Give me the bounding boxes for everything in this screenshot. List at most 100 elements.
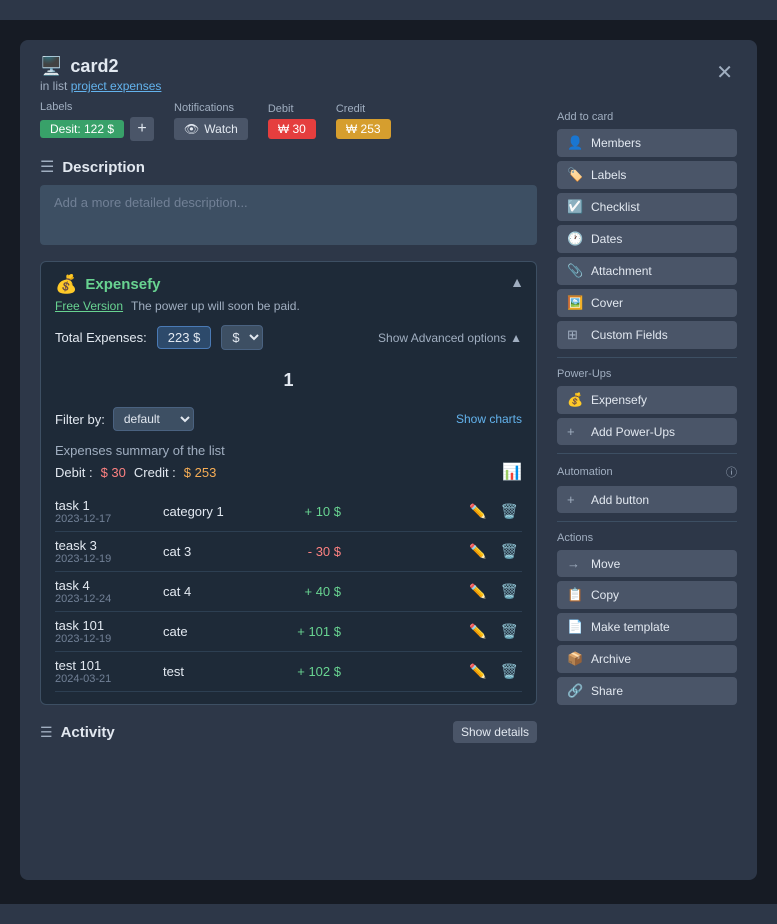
show-advanced-icon: ▲ <box>510 331 522 345</box>
expense-task-1: task 1 2023-12-17 <box>55 498 155 525</box>
edit-expense-3-button[interactable]: ✏️ <box>465 581 490 602</box>
credit-value: ₩ 253 <box>336 119 391 139</box>
custom-fields-icon: ⊞ <box>567 327 583 343</box>
description-title: Description <box>62 159 145 176</box>
currency-select[interactable]: $ € £ <box>221 325 263 350</box>
collapse-button[interactable]: ▲ <box>510 274 524 290</box>
dates-button[interactable]: 🕐 Dates <box>557 225 737 253</box>
description-header: ☰ Description <box>40 157 537 177</box>
edit-expense-2-button[interactable]: ✏️ <box>465 541 490 562</box>
close-button[interactable]: ✕ <box>712 56 737 89</box>
sidebar: Add to card 👤 Members 🏷️ Labels ☑️ Check… <box>557 101 737 860</box>
expense-row: task 4 2023-12-24 cat 4 + 40 $ ✏️ 🗑️ <box>55 572 522 612</box>
watch-label: Watch <box>204 122 238 136</box>
total-expenses-row: Total Expenses: 223 $ $ € £ Show Advance… <box>55 325 522 350</box>
show-charts-button[interactable]: Show charts <box>456 412 522 426</box>
checklist-icon: ☑️ <box>567 199 583 215</box>
modal-header: 🖥️ card2 in list project expenses ✕ <box>20 40 757 101</box>
activity-title: Activity <box>61 724 115 741</box>
edit-expense-5-button[interactable]: ✏️ <box>465 661 490 682</box>
expensefy-header: 💰 Expensefy <box>55 274 522 295</box>
expensefy-icon: 💰 <box>55 274 77 295</box>
export-button[interactable]: 📊 <box>502 462 522 482</box>
delete-expense-4-button[interactable]: 🗑️ <box>497 621 522 642</box>
expense-row: task 101 2023-12-19 cate + 101 $ ✏️ 🗑️ <box>55 612 522 652</box>
attachment-button[interactable]: 📎 Attachment <box>557 257 737 285</box>
show-advanced-label: Show Advanced options <box>378 331 506 345</box>
add-label-button[interactable]: + <box>130 117 154 141</box>
expenses-summary-values: Debit : $ 30 Credit : $ 253 📊 <box>55 462 522 482</box>
checklist-label: Checklist <box>591 200 640 214</box>
edit-expense-1-button[interactable]: ✏️ <box>465 501 490 522</box>
delete-icon: 🗑️ <box>501 663 518 679</box>
credit-section: Credit ₩ 253 <box>336 103 391 139</box>
add-power-ups-label: Add Power-Ups <box>591 425 675 439</box>
description-icon: ☰ <box>40 157 54 177</box>
modal-body: Labels Desit: 122 $ + Notifications 👁 Wa… <box>20 101 757 880</box>
expensefy-sidebar-button[interactable]: 💰 Expensefy <box>557 386 737 414</box>
add-power-ups-button[interactable]: + Add Power-Ups <box>557 418 737 445</box>
share-label: Share <box>591 684 623 698</box>
expense-category-1: category 1 <box>163 504 253 519</box>
delete-expense-2-button[interactable]: 🗑️ <box>497 541 522 562</box>
delete-expense-1-button[interactable]: 🗑️ <box>497 501 522 522</box>
edit-expense-4-button[interactable]: ✏️ <box>465 621 490 642</box>
expense-actions-1: ✏️ 🗑️ <box>465 501 522 522</box>
add-button-label: Add button <box>591 493 649 507</box>
expense-amount-1: + 10 $ <box>261 504 341 519</box>
expense-category-3: cat 4 <box>163 584 253 599</box>
edit-icon: ✏️ <box>469 663 486 679</box>
members-button[interactable]: 👤 Members <box>557 129 737 157</box>
expense-amount-5: + 102 $ <box>261 664 341 679</box>
label-badge[interactable]: Desit: 122 $ <box>40 120 124 138</box>
divider-3 <box>557 521 737 522</box>
free-version-link[interactable]: Free Version <box>55 299 123 313</box>
watch-button[interactable]: 👁 Watch <box>174 118 248 140</box>
labels-button[interactable]: 🏷️ Labels <box>557 161 737 189</box>
activity-icon: ☰ <box>40 724 53 741</box>
show-details-button[interactable]: Show details <box>453 721 537 743</box>
expenses-summary-title: Expenses summary of the list <box>55 443 522 458</box>
delete-expense-5-button[interactable]: 🗑️ <box>497 661 522 682</box>
copy-button[interactable]: 📋 Copy <box>557 581 737 609</box>
expense-amount-4: + 101 $ <box>261 624 341 639</box>
move-label: Move <box>591 557 620 571</box>
version-note: The power up will soon be paid. <box>131 299 300 313</box>
divider-1 <box>557 357 737 358</box>
move-button[interactable]: → Move <box>557 550 737 577</box>
notifications-section: Notifications 👁 Watch <box>174 102 248 140</box>
members-label: Members <box>591 136 641 150</box>
delete-expense-3-button[interactable]: 🗑️ <box>497 581 522 602</box>
expense-task-5: test 101 2024-03-21 <box>55 658 155 685</box>
filter-by-label: Filter by: <box>55 412 105 427</box>
notifications-value: 👁 Watch <box>174 118 248 140</box>
edit-icon: ✏️ <box>469 583 486 599</box>
share-button[interactable]: 🔗 Share <box>557 677 737 705</box>
debit-badge: ₩ 30 <box>268 119 316 139</box>
add-button-button[interactable]: + Add button <box>557 486 737 513</box>
dates-icon: 🕐 <box>567 231 583 247</box>
delete-icon: 🗑️ <box>501 543 518 559</box>
automation-info-icon[interactable]: ⓘ <box>726 464 737 480</box>
add-button-icon: + <box>567 492 583 507</box>
labels-icon: 🏷️ <box>567 167 583 183</box>
edit-icon: ✏️ <box>469 623 486 639</box>
description-box[interactable]: Add a more detailed description... <box>40 185 537 245</box>
checklist-button[interactable]: ☑️ Checklist <box>557 193 737 221</box>
cover-button[interactable]: 🖼️ Cover <box>557 289 737 317</box>
notifications-label: Notifications <box>174 102 248 114</box>
expensefy-sidebar-label: Expensefy <box>591 393 647 407</box>
dates-label: Dates <box>591 232 622 246</box>
filter-select[interactable]: default category date <box>113 407 194 431</box>
automation-title: Automation <box>557 466 613 478</box>
archive-button[interactable]: 📦 Archive <box>557 645 737 673</box>
expense-task-4: task 101 2023-12-19 <box>55 618 155 645</box>
show-advanced-button[interactable]: Show Advanced options ▲ <box>378 331 522 345</box>
expense-category-4: cate <box>163 624 253 639</box>
make-template-button[interactable]: 📄 Make template <box>557 613 737 641</box>
add-to-card-title: Add to card <box>557 111 737 123</box>
labels-section: Labels Desit: 122 $ + <box>40 101 154 141</box>
custom-fields-button[interactable]: ⊞ Custom Fields <box>557 321 737 349</box>
list-link[interactable]: project expenses <box>71 79 162 93</box>
make-template-label: Make template <box>591 620 670 634</box>
